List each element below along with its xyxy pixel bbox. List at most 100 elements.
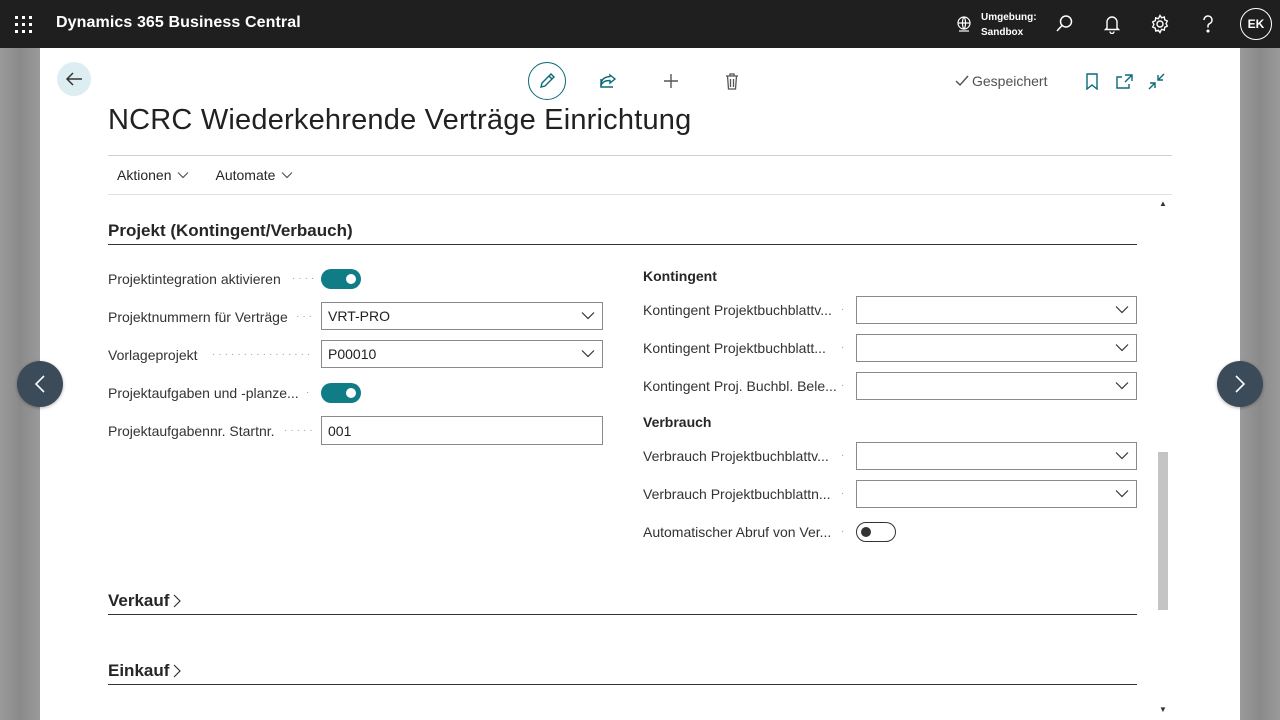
environment-value: Sandbox <box>981 27 1024 38</box>
toggle-auto-fetch[interactable] <box>856 522 896 542</box>
divider <box>108 194 1172 195</box>
select-verbrauch-template[interactable] <box>856 442 1137 470</box>
menu-actions-label: Aktionen <box>117 167 172 183</box>
field-label-project-integration: Projektintegration aktivieren <box>108 271 281 287</box>
field-label-template-project: Vorlageprojekt <box>108 347 198 363</box>
edit-button[interactable] <box>528 62 566 100</box>
chevron-left-icon <box>35 375 45 393</box>
leader-dots: · <box>306 387 313 398</box>
arrow-left-icon <box>65 72 82 86</box>
field-label-verbrauch-batch: Verbrauch Projektbuchblattn... <box>643 486 831 502</box>
field-label-kontingent-doc: Kontingent Proj. Buchbl. Bele... <box>643 378 836 394</box>
leader-dots: · <box>841 450 848 461</box>
chevron-down-icon <box>178 172 189 179</box>
section-project-header[interactable]: Projekt (Kontingent/Verbauch) <box>108 221 353 241</box>
leader-dots: · <box>841 488 848 499</box>
field-label-auto-fetch: Automatischer Abruf von Ver... <box>643 524 832 540</box>
avatar[interactable]: EK <box>1240 8 1272 40</box>
action-menu-bar: Aktionen Automate <box>108 156 1172 194</box>
open-new-window-button[interactable] <box>1112 69 1136 93</box>
trash-icon <box>726 72 738 90</box>
toggle-project-tasks[interactable] <box>321 383 361 403</box>
group-header-kontingent: Kontingent <box>643 268 717 284</box>
scrollbar-thumb[interactable] <box>1158 452 1168 610</box>
plus-icon <box>664 74 678 88</box>
leader-dots: · <box>841 380 848 391</box>
app-launcher-icon[interactable] <box>15 16 32 33</box>
bookmark-button[interactable] <box>1080 69 1104 93</box>
section-einkauf-title: Einkauf <box>108 661 170 680</box>
menu-automate-label: Automate <box>215 167 276 183</box>
section-divider <box>108 614 1137 615</box>
page-title: NCRC Wiederkehrende Verträge Einrichtung <box>108 104 692 136</box>
section-verkauf-header[interactable]: Verkauf <box>108 591 182 611</box>
open-new-window-icon <box>1115 73 1133 89</box>
chevron-down-icon <box>1115 490 1129 498</box>
leader-dots: ····· <box>284 425 314 436</box>
chevron-down-icon <box>581 350 595 358</box>
chevron-down-icon <box>1115 344 1129 352</box>
select-template-project-value: P00010 <box>328 346 377 362</box>
toggle-project-integration[interactable] <box>321 269 361 289</box>
section-verkauf-title: Verkauf <box>108 591 170 610</box>
select-kontingent-template[interactable] <box>856 296 1137 324</box>
select-template-project[interactable]: P00010 <box>321 340 603 368</box>
field-label-kontingent-template: Kontingent Projektbuchblattv... <box>643 302 832 318</box>
leader-dots: ··· <box>296 311 314 322</box>
select-project-numbers-value: VRT-PRO <box>328 308 390 324</box>
search-icon[interactable] <box>1052 12 1076 36</box>
select-verbrauch-batch[interactable] <box>856 480 1137 508</box>
scroll-down-arrow-icon[interactable]: ▼ <box>1159 705 1167 714</box>
bookmark-icon <box>1086 72 1098 90</box>
leader-dots: · <box>841 526 848 537</box>
collapse-button[interactable] <box>1144 69 1168 93</box>
leader-dots: ···· <box>292 273 314 284</box>
share-icon <box>600 73 617 88</box>
bell-icon[interactable] <box>1100 12 1124 36</box>
input-task-start-no[interactable]: 001 <box>321 416 603 445</box>
environment-info[interactable]: Umgebung: Sandbox <box>981 10 1037 40</box>
delete-button[interactable] <box>720 69 744 93</box>
top-bar: Dynamics 365 Business Central Umgebung: … <box>0 0 1280 48</box>
collapse-icon <box>1148 73 1164 89</box>
menu-automate[interactable]: Automate <box>206 167 302 183</box>
share-button[interactable] <box>596 69 620 93</box>
next-record-button[interactable] <box>1217 361 1263 407</box>
chevron-down-icon <box>581 312 595 320</box>
chevron-down-icon <box>281 172 293 179</box>
new-button[interactable] <box>659 69 683 93</box>
saved-label: Gespeichert <box>972 73 1048 89</box>
saved-status: Gespeichert <box>955 73 1047 89</box>
pencil-icon <box>540 73 555 88</box>
previous-record-button[interactable] <box>17 361 63 407</box>
field-label-verbrauch-template: Verbrauch Projektbuchblattv... <box>643 448 829 464</box>
checkmark-icon <box>955 75 969 87</box>
chevron-right-icon <box>173 664 182 678</box>
field-label-task-start-no: Projektaufgabennr. Startnr. <box>108 423 275 439</box>
group-header-verbrauch: Verbrauch <box>643 414 712 430</box>
field-label-project-numbers: Projektnummern für Verträge <box>108 309 288 325</box>
chevron-down-icon <box>1115 452 1129 460</box>
menu-actions[interactable]: Aktionen <box>108 167 198 183</box>
app-title[interactable]: Dynamics 365 Business Central <box>56 14 301 32</box>
section-einkauf-header[interactable]: Einkauf <box>108 661 182 681</box>
field-label-kontingent-batch: Kontingent Projektbuchblatt... <box>643 340 826 356</box>
leader-dots: ·················· <box>212 349 314 360</box>
chevron-right-icon <box>1235 375 1245 393</box>
section-divider <box>108 244 1137 245</box>
help-icon[interactable] <box>1196 12 1220 36</box>
back-button[interactable] <box>57 62 91 96</box>
select-kontingent-batch[interactable] <box>856 334 1137 362</box>
field-label-project-tasks: Projektaufgaben und -planze... <box>108 385 299 401</box>
section-divider <box>108 684 1137 685</box>
chevron-down-icon <box>1115 382 1129 390</box>
scroll-up-arrow-icon[interactable]: ▲ <box>1159 199 1167 208</box>
select-kontingent-doc[interactable] <box>856 372 1137 400</box>
gear-icon[interactable] <box>1148 12 1172 36</box>
chevron-right-icon <box>174 594 182 608</box>
environment-icon[interactable] <box>955 15 973 38</box>
leader-dots: · <box>841 342 848 353</box>
select-project-numbers[interactable]: VRT-PRO <box>321 302 603 330</box>
chevron-down-icon <box>1115 306 1129 314</box>
environment-label: Umgebung: <box>981 12 1037 23</box>
